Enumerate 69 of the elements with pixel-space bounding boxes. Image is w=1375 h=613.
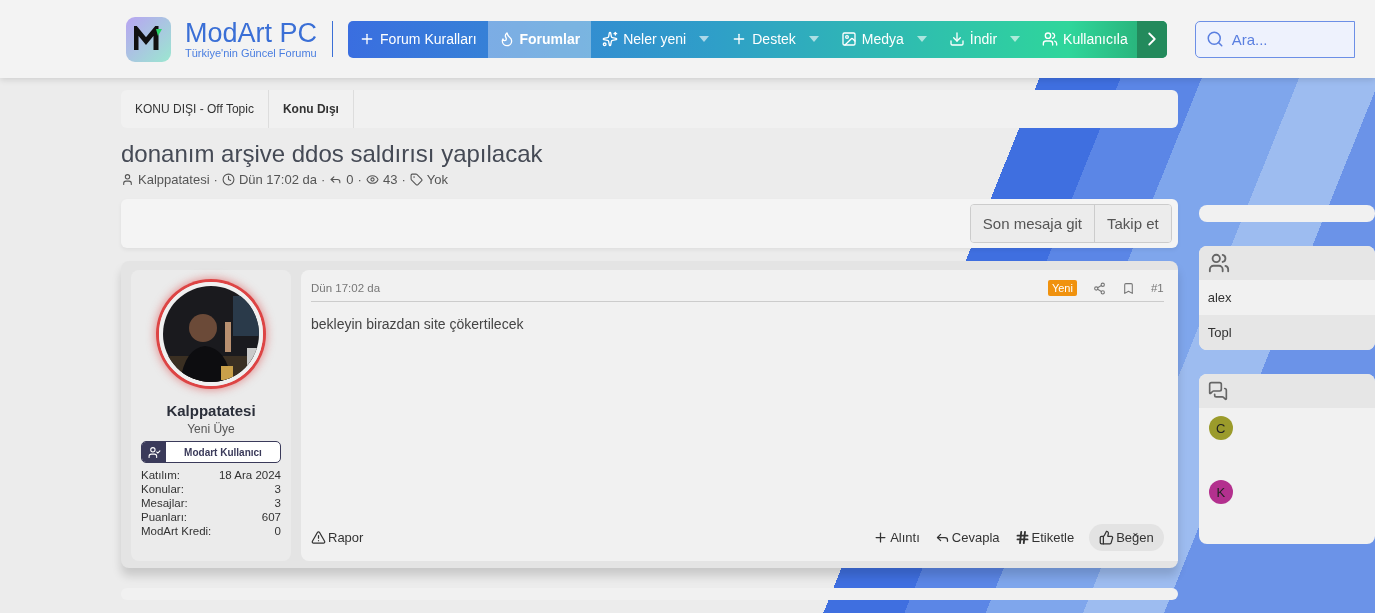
action-link[interactable]: Alıntı: [873, 530, 920, 545]
separator-dot: ·: [213, 172, 218, 187]
thumbs-up-icon: [1099, 530, 1115, 545]
clock-icon: [221, 173, 235, 186]
eye-icon: [365, 173, 379, 186]
search-icon: [1205, 30, 1224, 48]
new-badge: Yeni: [1047, 280, 1077, 296]
post-time: Dün 17:02 da: [311, 282, 381, 294]
stat-label: Puanları:: [141, 511, 188, 523]
stat-label: Konular:: [141, 483, 184, 495]
meta-text: Yok: [426, 172, 448, 187]
post-text: bekleyin birazdan site çökertilecek: [311, 315, 525, 334]
caret-icon: [808, 36, 819, 42]
download-icon: [948, 31, 965, 47]
breadcrumb-link[interactable]: KONU DIŞI - Off Topic: [121, 90, 269, 128]
site-tagline: Türkiye'nin Güncel Forumu: [185, 47, 318, 59]
action-link[interactable]: Beğen: [1089, 524, 1164, 551]
letter-avatar: K: [1208, 480, 1233, 504]
user-role: Yeni Üye: [187, 422, 235, 436]
hash-icon: [1014, 530, 1030, 545]
logo-icon: [126, 16, 171, 62]
post-number[interactable]: #1: [1150, 282, 1164, 294]
nav-tab[interactable]: Neler yeni: [591, 20, 721, 58]
chat-icon: [1207, 381, 1228, 401]
user-icon: [121, 173, 134, 186]
reply-icon: [329, 173, 343, 186]
tag-icon: [409, 173, 423, 186]
separator-dot: ·: [401, 172, 406, 187]
scroll-right-button[interactable]: [1136, 20, 1167, 58]
breadcrumb-link[interactable]: Konu Dışı: [268, 90, 354, 128]
meta-text: 0: [346, 172, 354, 187]
stat-label: ModArt Kredi:: [141, 525, 212, 537]
stat-value: 3: [274, 497, 281, 509]
username-link[interactable]: Kalppatatesi: [166, 402, 256, 419]
bookmark-icon[interactable]: [1121, 281, 1135, 295]
toolbar-button[interactable]: Takip et: [1094, 205, 1171, 242]
sidebar-text: Topl: [1198, 315, 1375, 350]
users-icon: [1042, 31, 1059, 47]
separator-dot: ·: [321, 172, 326, 187]
meta-text: Kalppatatesi: [138, 172, 210, 187]
stat-value: 18 Ara 2024: [218, 469, 281, 481]
caret-icon: [916, 36, 927, 42]
search-field[interactable]: Ara...: [1194, 20, 1355, 58]
stat-label: Mesajlar:: [141, 497, 188, 509]
meta-text: Dün 17:02 da: [238, 172, 317, 187]
letter-avatar: C: [1208, 416, 1233, 440]
stat-label: Katılım:: [141, 469, 180, 481]
users-icon: [1207, 252, 1230, 274]
report-link[interactable]: Rapor: [311, 530, 364, 545]
user-banner: Modart Kullanıcı: [141, 441, 281, 463]
site-title: ModArt PC: [185, 19, 318, 47]
thread-title: donanım arşive ddos saldırısı yapılacak: [121, 140, 544, 168]
image-icon: [840, 31, 857, 47]
separator-dot: ·: [357, 172, 362, 187]
nav-tab[interactable]: Forum Kuralları: [348, 20, 488, 58]
caret-icon: [699, 36, 710, 42]
stat-value: 3: [274, 483, 281, 495]
action-link[interactable]: Etiketle: [1014, 530, 1075, 545]
toolbar-button[interactable]: Son mesaja git: [970, 205, 1095, 242]
meta-text: 43: [382, 172, 398, 187]
caret-icon: [1010, 36, 1021, 42]
warning-icon: [311, 530, 326, 545]
sparkles-icon: [602, 31, 619, 47]
action-link[interactable]: Cevapla: [934, 530, 1000, 545]
stat-value: 0: [274, 525, 281, 537]
user-check-icon: [142, 442, 166, 462]
plus-icon: [873, 530, 889, 545]
share-icon[interactable]: [1092, 281, 1106, 295]
stat-value: 607: [261, 511, 281, 523]
